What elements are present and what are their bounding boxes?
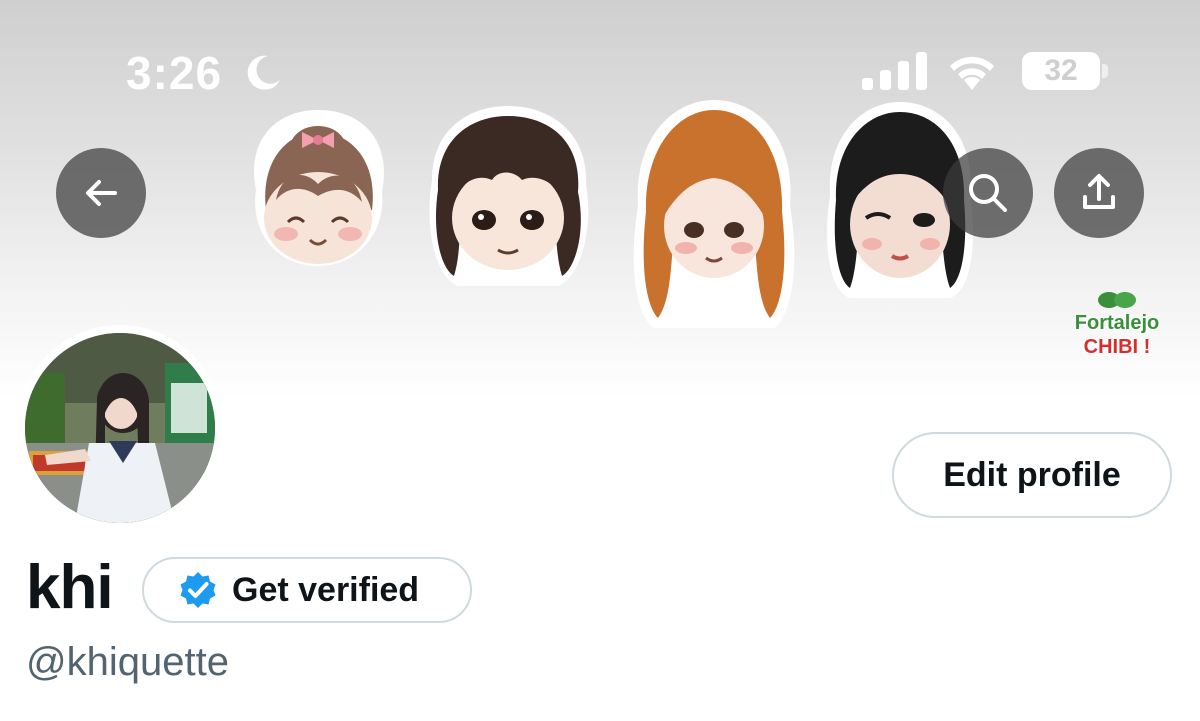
search-icon <box>969 174 1007 212</box>
verified-badge-icon <box>180 572 216 608</box>
share-button[interactable] <box>1054 148 1144 238</box>
share-icon <box>1083 174 1115 209</box>
edit-profile-button[interactable]: Edit profile <box>892 432 1172 518</box>
display-name: khi <box>26 553 114 622</box>
search-button[interactable] <box>943 148 1033 238</box>
profile-avatar[interactable] <box>17 325 223 531</box>
brand-subtitle: CHIBI ! <box>1083 336 1151 358</box>
wifi-icon <box>950 56 994 90</box>
chibi-sticker-bow <box>254 110 384 266</box>
brand-name: Fortalejo <box>1074 312 1160 334</box>
avatar-image <box>25 333 215 523</box>
get-verified-label: Get verified <box>232 570 420 609</box>
cellular-signal-icon <box>862 52 927 90</box>
chibi-sticker-long-hair <box>633 100 795 328</box>
leaf-logo-icon <box>1098 292 1136 308</box>
status-time: 3:26 <box>126 47 223 99</box>
battery-percent: 32 <box>1044 54 1078 87</box>
moon-icon <box>247 55 280 90</box>
avatar-photo <box>25 333 215 523</box>
user-handle: @khiquette <box>26 640 229 684</box>
get-verified-button[interactable]: Get verified <box>142 557 472 623</box>
brand-watermark: Fortalejo CHIBI ! <box>1058 288 1176 368</box>
arrow-left-icon <box>86 180 117 206</box>
chibi-sticker-dark-hair <box>429 106 589 286</box>
back-button[interactable] <box>56 148 146 238</box>
battery-nub <box>1102 64 1108 78</box>
